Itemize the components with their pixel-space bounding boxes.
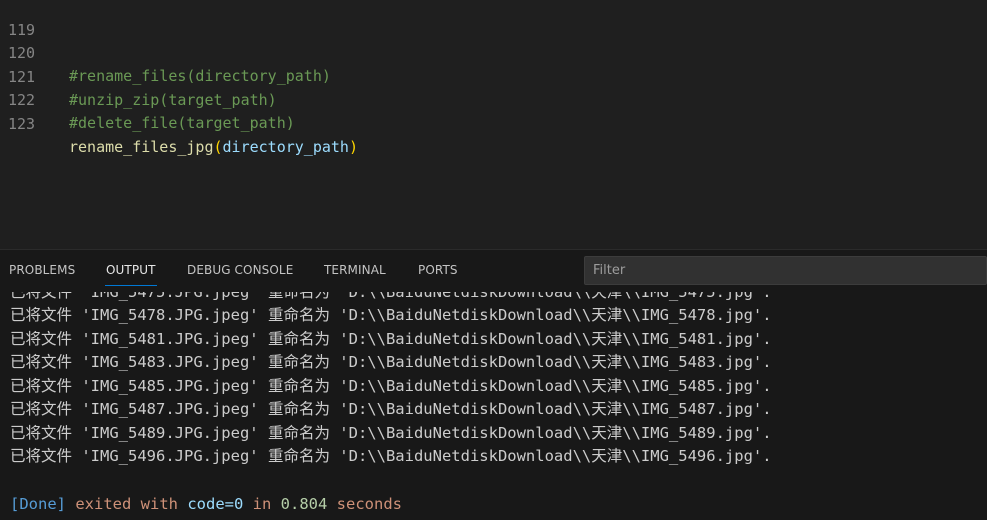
argument: directory_path <box>222 138 349 156</box>
log-line: 已将文件 'IMG_5496.JPG.jpeg' 重命名为 'D:\\Baidu… <box>10 447 772 465</box>
active-tab-indicator <box>105 285 157 286</box>
code-editor[interactable]: 119 120 #rename_files(directory_path) 12… <box>0 0 987 249</box>
code-line-119: 119 <box>0 0 36 39</box>
tab-ports[interactable]: PORTS <box>418 263 458 277</box>
code-line-120[interactable]: 120 #rename_files(directory_path) <box>0 19 331 85</box>
code-comment[interactable]: #delete_file(target_path) <box>69 112 295 135</box>
log-line: 已将文件 'IMG_5485.JPG.jpeg' 重命名为 'D:\\Baidu… <box>10 376 772 395</box>
done-exited-text: exited with <box>66 495 188 513</box>
log-line: 已将文件 'IMG_5481.JPG.jpeg' 重命名为 'D:\\Baidu… <box>10 329 772 348</box>
panel-tabs: PROBLEMS OUTPUT DEBUG CONSOLE TERMINAL P… <box>0 250 580 292</box>
open-paren: ( <box>213 138 223 156</box>
done-tag: [Done] <box>10 495 66 513</box>
done-in-text: in <box>243 495 281 513</box>
close-paren: ) <box>348 138 358 156</box>
code-statement[interactable]: rename_files_jpg(directory_path) <box>69 136 358 159</box>
tab-problems[interactable]: PROBLEMS <box>9 263 75 277</box>
code-line-122[interactable]: 122 #delete_file(target_path) <box>0 66 295 132</box>
log-line: 已将文件 'IMG_5478.JPG.jpeg' 重命名为 'D:\\Baidu… <box>10 306 772 324</box>
filter-input[interactable] <box>584 256 987 285</box>
code-comment[interactable]: #rename_files(directory_path) <box>69 65 331 88</box>
function-name: rename_files_jpg <box>69 138 214 156</box>
done-exit-code: code=0 <box>187 495 244 513</box>
done-duration: 0.804 <box>280 495 328 513</box>
code-line-121[interactable]: 121 #unzip_zip(target_path) <box>0 43 277 109</box>
tab-terminal[interactable]: TERMINAL <box>324 263 386 277</box>
done-line: [Done] exited with code=0 in 0.804 secon… <box>10 493 402 517</box>
code-comment[interactable]: #unzip_zip(target_path) <box>69 89 277 112</box>
tab-output[interactable]: OUTPUT <box>106 263 156 277</box>
code-line-123[interactable]: 123 rename_files_jpg(directory_path) <box>0 90 358 156</box>
output-log[interactable]: 已将文件 'IMG_5475.JPG.jpeg' 重命名为 'D:\\Baidu… <box>0 292 987 520</box>
log-line: 已将文件 'IMG_5483.JPG.jpeg' 重命名为 'D:\\Baidu… <box>10 353 772 371</box>
line-number: 123 <box>8 115 36 133</box>
log-line: 已将文件 'IMG_5489.JPG.jpeg' 重命名为 'D:\\Baidu… <box>10 423 772 442</box>
log-line: 已将文件 'IMG_5487.JPG.jpeg' 重命名为 'D:\\Baidu… <box>10 400 772 418</box>
log-line: 已将文件 'IMG_5475.JPG.jpeg' 重命名为 'D:\\Baidu… <box>10 292 772 301</box>
done-seconds-text: seconds <box>327 495 402 513</box>
bottom-panel: PROBLEMS OUTPUT DEBUG CONSOLE TERMINAL P… <box>0 250 987 520</box>
tab-debug-console[interactable]: DEBUG CONSOLE <box>187 263 293 277</box>
